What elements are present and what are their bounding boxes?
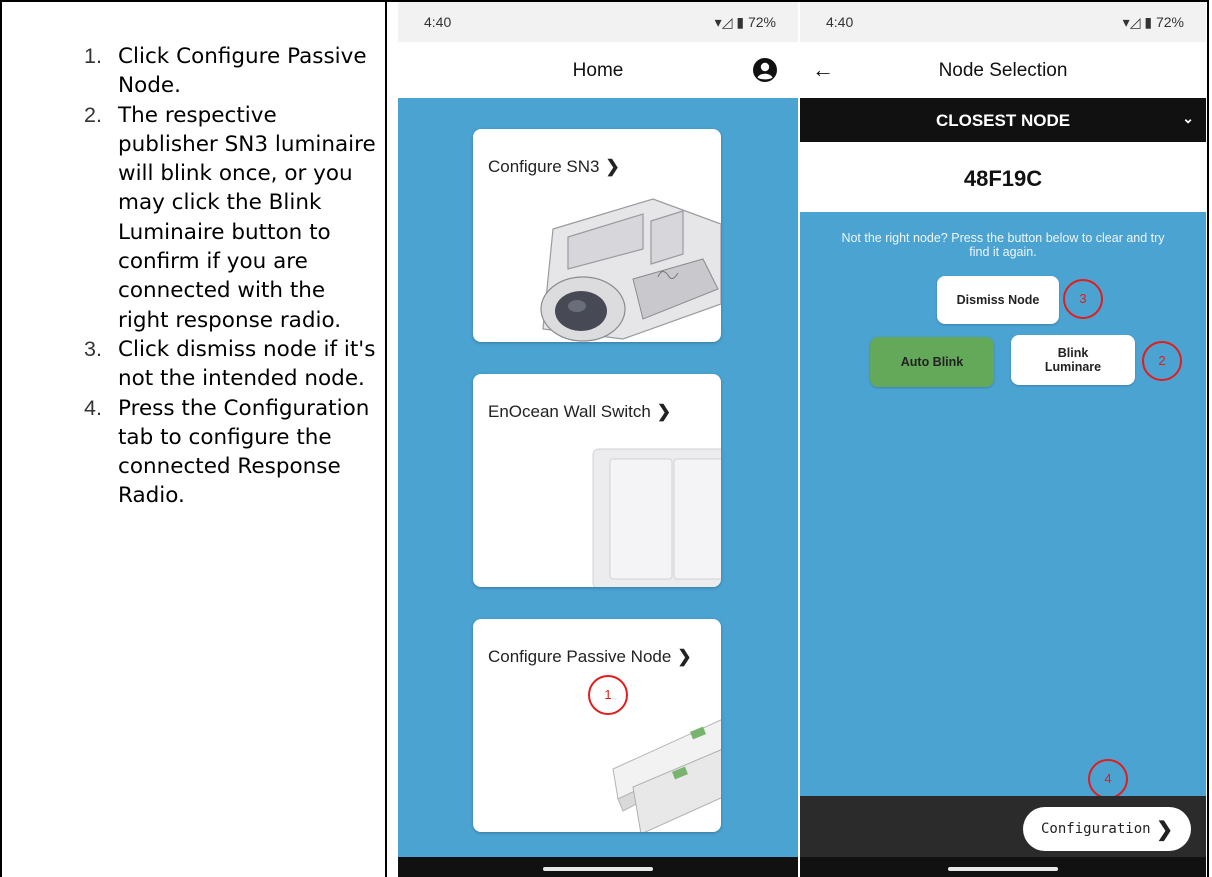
step-text: The respective publisher SN3 luminaire w…: [118, 102, 376, 333]
status-bar: 4:40 ▾◿ ▮ 72%: [800, 2, 1206, 42]
home-screen: 4:40 ▾◿ ▮ 72% Home Configure SN3 ❯ EnOce…: [398, 2, 798, 877]
column-divider: [385, 0, 387, 877]
step-number: 4.: [84, 395, 102, 420]
status-right: ▾◿ ▮ 72%: [1123, 14, 1184, 31]
step-text: Press the Configuration tab to configure…: [118, 395, 370, 509]
battery-icon: ▮: [1144, 14, 1153, 30]
node-id-panel: 48F19C: [800, 142, 1206, 212]
blink-label-line2: Luminare: [1044, 360, 1102, 374]
annotation-marker-3: 3: [1063, 279, 1103, 319]
battery-percent: 72%: [1155, 14, 1184, 30]
annotation-marker-2: 2: [1142, 341, 1182, 381]
home-indicator[interactable]: [948, 867, 1058, 871]
configuration-button[interactable]: Configuration ❯: [1023, 807, 1191, 851]
instruction-step: 2. The respective publisher SN3 luminaire…: [40, 101, 380, 335]
status-time: 4:40: [826, 14, 854, 30]
wall-switch-image: [592, 448, 721, 587]
app-bar: Home: [398, 42, 798, 98]
step-number: 1.: [84, 44, 102, 68]
blink-label-line1: Blink: [1057, 346, 1089, 360]
signal-icon: ▾◿: [714, 14, 733, 30]
step-text: Click dismiss node if it's not the inten…: [118, 336, 376, 392]
battery-percent: 72%: [747, 14, 776, 30]
system-nav-bar: [398, 857, 798, 877]
sn3-device-image: [540, 198, 721, 342]
status-time: 4:40: [424, 14, 452, 30]
annotation-marker-4: 4: [1088, 759, 1128, 799]
configuration-label: Configuration: [1041, 821, 1151, 837]
instruction-step: 1. Click Configure Passive Node.: [40, 42, 380, 101]
node-selection-screen: 4:40 ▾◿ ▮ 72% ← Node Selection CLOSEST N…: [800, 2, 1206, 877]
signal-icon: ▾◿: [1122, 14, 1141, 30]
chevron-down-icon: ⌄: [1182, 110, 1194, 126]
node-id: 48F19C: [963, 166, 1043, 191]
annotation-marker-1: 1: [588, 675, 628, 715]
closest-node-dropdown[interactable]: CLOSEST NODE ⌄: [800, 98, 1206, 142]
status-bar: 4:40 ▾◿ ▮ 72%: [398, 2, 798, 42]
step-text: Click Configure Passive Node.: [118, 44, 367, 99]
bottom-bar: Configuration ❯: [800, 796, 1206, 857]
chevron-right-icon: ❯: [1156, 819, 1173, 841]
step-number: 3.: [84, 336, 102, 361]
battery-icon: ▮: [736, 14, 745, 30]
status-right: ▾◿ ▮ 72%: [715, 14, 776, 31]
hint-text: Not the right node? Press the button bel…: [841, 231, 1165, 259]
page-title: Home: [572, 60, 624, 81]
dropdown-label: CLOSEST NODE: [935, 111, 1071, 130]
card-configure-passive-node[interactable]: Configure Passive Node ❯: [473, 619, 721, 832]
step-number: 2.: [84, 102, 102, 127]
system-nav-bar: [800, 857, 1206, 877]
blink-luminaire-button[interactable]: Blink Luminare: [1011, 335, 1135, 385]
card-configure-sn3[interactable]: Configure SN3 ❯: [473, 129, 721, 342]
dismiss-node-button[interactable]: Dismiss Node: [937, 276, 1059, 324]
passive-node-image: [612, 719, 721, 832]
instruction-list: 1. Click Configure Passive Node. 2. The re…: [40, 42, 380, 511]
app-bar: ← Node Selection: [800, 42, 1206, 98]
home-indicator[interactable]: [543, 867, 653, 871]
instruction-step: 4. Press the Configuration tab to configu…: [40, 394, 380, 511]
instruction-step: 3. Click dismiss node if it's not the int…: [40, 335, 380, 394]
card-enocean-wall-switch[interactable]: EnOcean Wall Switch ❯: [473, 374, 721, 587]
page-title: Node Selection: [938, 60, 1068, 81]
account-icon[interactable]: [752, 57, 778, 83]
auto-blink-button[interactable]: Auto Blink: [870, 337, 994, 387]
